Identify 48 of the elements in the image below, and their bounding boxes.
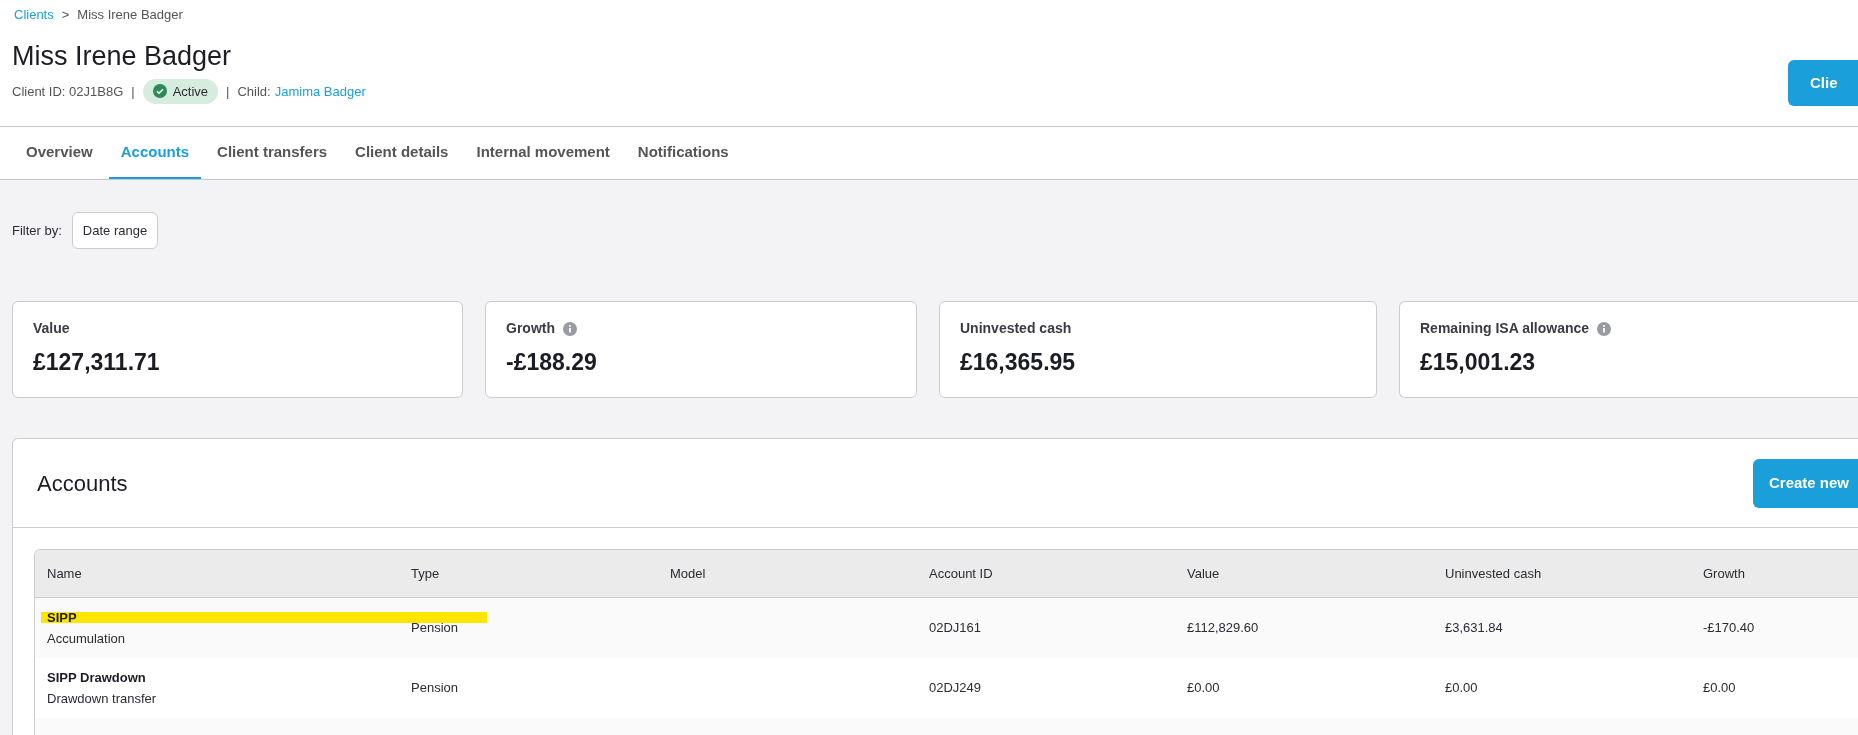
table-cell: £3,631.84 <box>1445 620 1503 636</box>
separator: | <box>226 82 230 101</box>
table-cell: £0.00 <box>1187 680 1220 696</box>
tab[interactable]: Internal movement <box>464 127 622 179</box>
card-value: -£188.29 <box>506 348 598 377</box>
column-header: Name <box>47 565 82 581</box>
breadcrumb-separator: > <box>61 6 70 24</box>
card-label: Value <box>33 319 70 338</box>
breadcrumb-current: Miss Irene Badger <box>77 6 183 24</box>
info-icon[interactable] <box>563 321 577 336</box>
card-label: Uninvested cash <box>960 319 1072 338</box>
column-header: Growth <box>1703 565 1745 581</box>
client-id-text: Client ID: 02J1B8G <box>12 82 124 101</box>
table-cell: 02DJ249 <box>929 680 982 696</box>
date-range-button[interactable]: Date range <box>71 212 159 249</box>
card-value: £16,365.95 <box>960 348 1077 377</box>
table-cell: 02DJ161 <box>929 620 982 636</box>
tab[interactable]: Client details <box>343 127 461 179</box>
child-label: Child: <box>237 82 271 101</box>
status-badge: Active <box>142 78 219 104</box>
info-icon[interactable] <box>1597 321 1612 336</box>
column-header: Value <box>1187 565 1220 581</box>
page-title: Miss Irene Badger <box>11 39 233 73</box>
table-cell: Pension <box>411 620 458 636</box>
card-value: £15,001.23 <box>1420 348 1537 377</box>
account-subtitle: Accumulation <box>47 630 127 648</box>
column-header: Uninvested cash <box>1445 565 1542 581</box>
account-name: SIPP <box>47 608 77 627</box>
column-header: Type <box>411 565 440 581</box>
card-label: Growth <box>506 319 555 338</box>
tab[interactable]: Overview <box>14 127 105 179</box>
column-header: Model <box>670 565 706 581</box>
tab[interactable]: Notifications <box>625 127 741 179</box>
account-name: SIPP Drawdown <box>47 668 146 687</box>
filter-label: Filter by: <box>12 221 62 240</box>
table-cell: Pension <box>411 680 458 696</box>
account-subtitle: Drawdown transfer <box>47 690 158 708</box>
card-label: Remaining ISA allowance <box>1420 319 1590 338</box>
panel-title: Accounts <box>37 469 128 498</box>
table-cell: £112,829.60 <box>1187 620 1259 636</box>
check-circle-icon <box>152 84 167 99</box>
table-cell: -£170.40 <box>1703 620 1755 636</box>
card-value: £127,311.71 <box>33 348 161 377</box>
table-cell: £0.00 <box>1703 680 1736 696</box>
separator: | <box>131 82 135 101</box>
tab[interactable]: Client transfers <box>205 127 340 179</box>
column-header: Account ID <box>929 565 993 581</box>
table-cell: £0.00 <box>1445 680 1478 696</box>
